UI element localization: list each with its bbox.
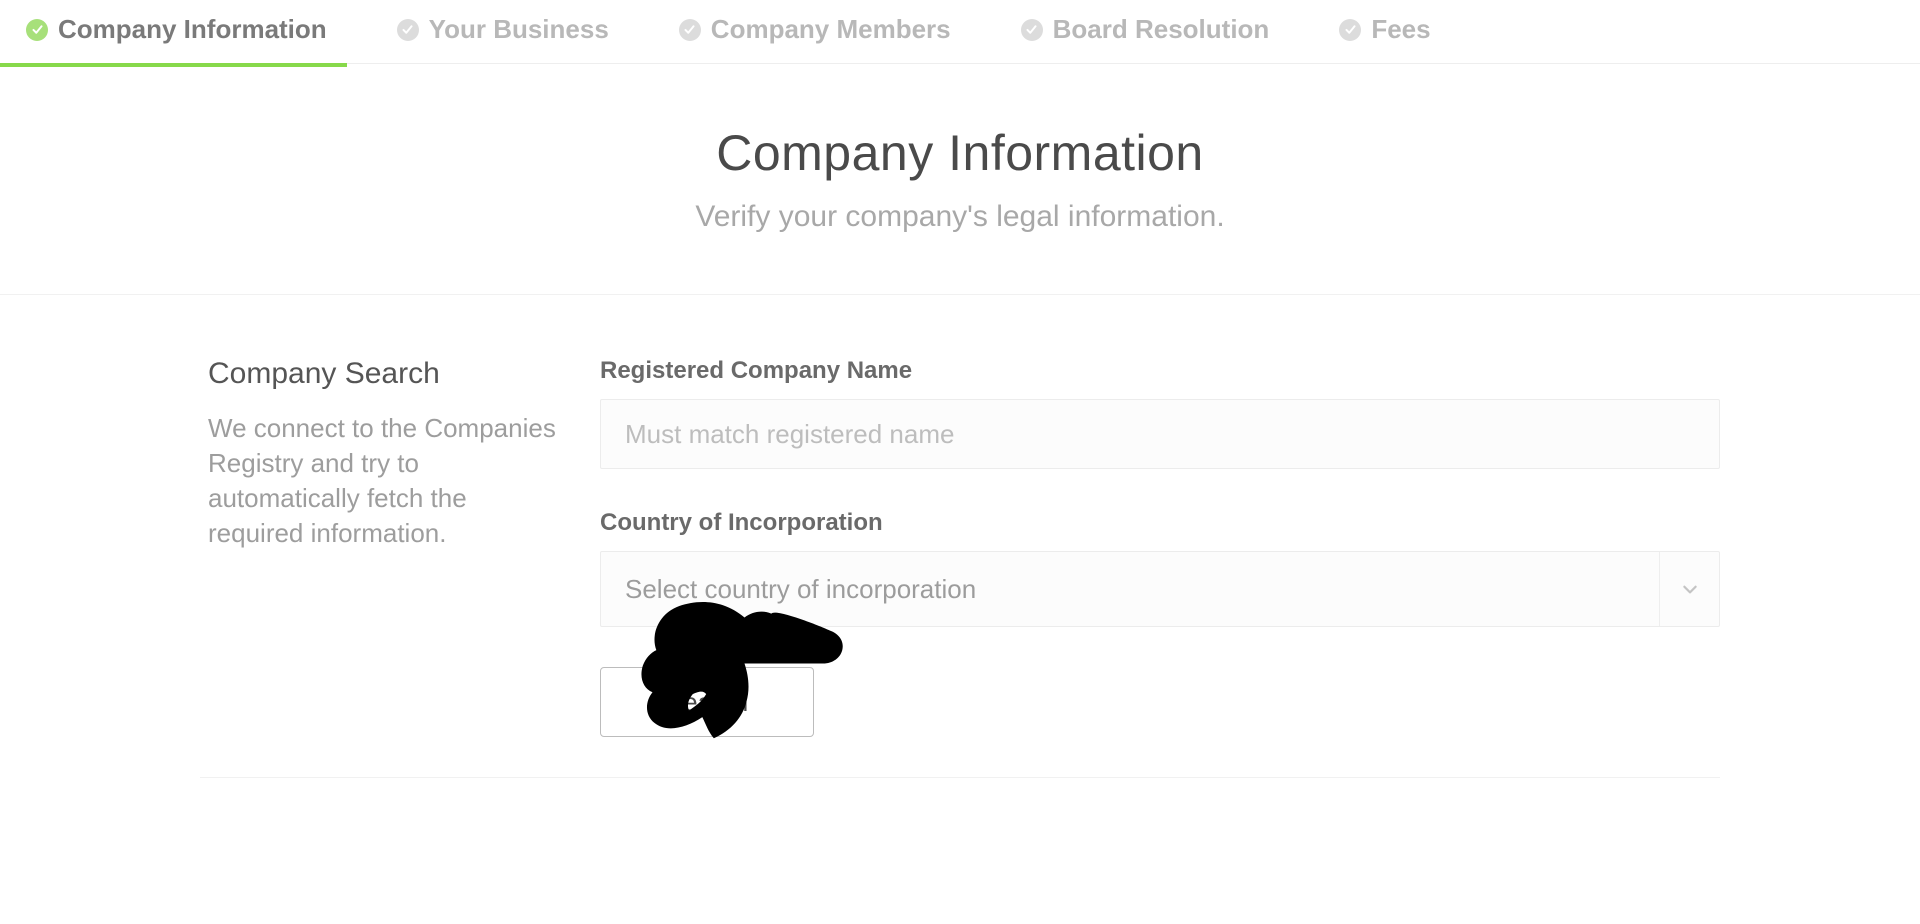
check-icon — [1021, 19, 1043, 41]
page-subtitle: Verify your company's legal information. — [20, 200, 1900, 234]
step-company-members[interactable]: Company Members — [679, 14, 951, 45]
side-info: Company Search We connect to the Compani… — [200, 357, 600, 737]
form-area: Registered Company Name Country of Incor… — [600, 357, 1720, 737]
stepper: Company Information Your Business Compan… — [0, 0, 1920, 64]
country-select[interactable]: Select country of incorporation — [600, 551, 1720, 627]
chevron-down-icon — [1659, 552, 1719, 626]
check-icon — [26, 19, 48, 41]
content-section: Company Search We connect to the Compani… — [200, 295, 1720, 778]
check-icon — [1339, 19, 1361, 41]
page-header: Company Information Verify your company'… — [0, 64, 1920, 295]
field-country: Country of Incorporation Select country … — [600, 509, 1720, 627]
search-button[interactable]: Search — [600, 667, 814, 737]
check-icon — [679, 19, 701, 41]
step-label: Board Resolution — [1053, 14, 1270, 45]
side-title: Company Search — [208, 357, 560, 391]
step-fees[interactable]: Fees — [1339, 14, 1430, 45]
side-description: We connect to the Companies Registry and… — [208, 411, 560, 551]
country-placeholder: Select country of incorporation — [625, 574, 976, 605]
company-name-input[interactable] — [600, 399, 1720, 469]
step-label: Company Members — [711, 14, 951, 45]
field-company-name: Registered Company Name — [600, 357, 1720, 469]
company-name-label: Registered Company Name — [600, 357, 1720, 385]
check-icon — [397, 19, 419, 41]
page-title: Company Information — [20, 124, 1900, 182]
step-board-resolution[interactable]: Board Resolution — [1021, 14, 1270, 45]
step-company-information[interactable]: Company Information — [26, 14, 327, 45]
country-label: Country of Incorporation — [600, 509, 1720, 537]
step-label: Your Business — [429, 14, 609, 45]
step-label: Fees — [1371, 14, 1430, 45]
step-your-business[interactable]: Your Business — [397, 14, 609, 45]
step-label: Company Information — [58, 14, 327, 45]
